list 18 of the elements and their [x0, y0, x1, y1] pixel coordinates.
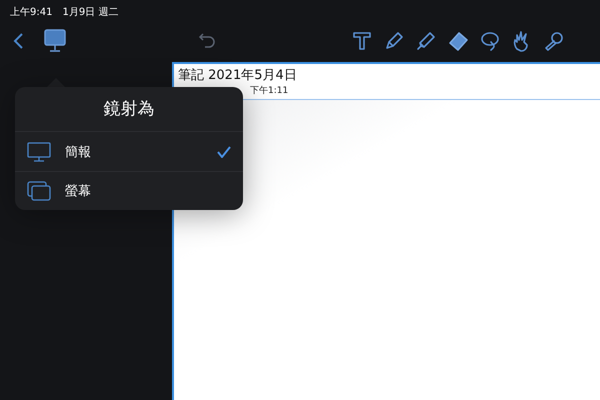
lasso-tool-icon[interactable]	[479, 30, 501, 52]
undo-icon[interactable]	[198, 32, 216, 50]
mirror-option[interactable]: 簡報	[15, 132, 243, 171]
status-time: 上午9:41	[10, 6, 52, 20]
note-title: 筆記 2021年5月4日	[178, 67, 298, 84]
mirror-option[interactable]: 螢幕	[15, 171, 243, 210]
popover-title: 鏡射為	[15, 87, 243, 132]
status-date: 1月9日 週二	[62, 6, 118, 20]
laser-tool-icon[interactable]	[543, 30, 565, 52]
text-tool-icon[interactable]	[351, 30, 373, 52]
checkmark-icon	[217, 146, 231, 158]
note-time: 下午1:11	[249, 84, 290, 97]
pen-tool-icon[interactable]	[383, 30, 405, 52]
highlighter-tool-icon[interactable]	[415, 30, 437, 52]
windows-icon	[27, 181, 51, 201]
eraser-tool-icon[interactable]	[447, 30, 469, 52]
monitor-icon[interactable]	[44, 29, 66, 53]
monitor-icon	[27, 142, 51, 162]
